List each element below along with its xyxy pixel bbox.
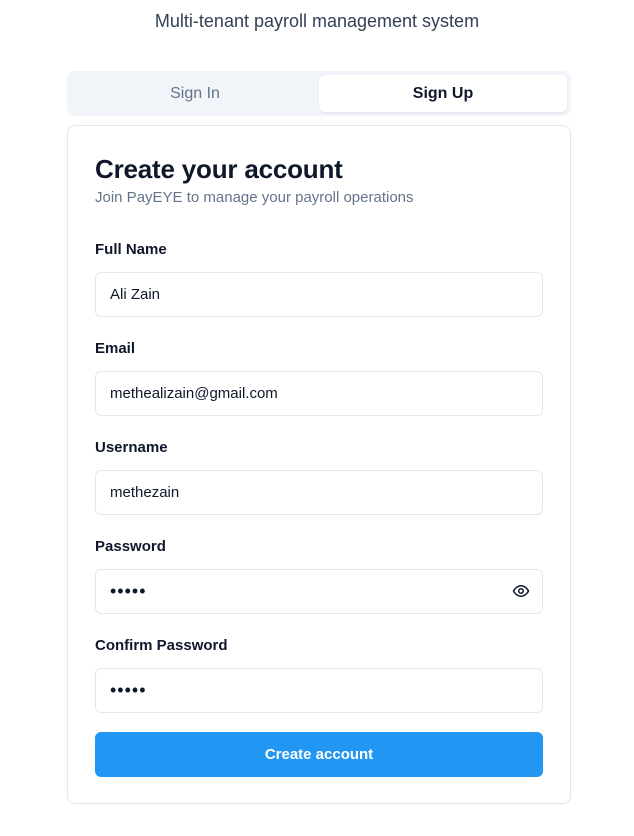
password-input[interactable]: [95, 569, 543, 614]
email-input[interactable]: [95, 371, 543, 416]
username-input[interactable]: [95, 470, 543, 515]
tab-sign-in[interactable]: Sign In: [71, 75, 319, 112]
password-label: Password: [95, 538, 166, 555]
card-subtitle: Join PayEYE to manage your payroll opera…: [95, 189, 414, 206]
app-tagline: Multi-tenant payroll management system: [154, 11, 480, 31]
confirm-password-label: Confirm Password: [95, 637, 228, 654]
tab-sign-up[interactable]: Sign Up: [319, 75, 567, 112]
full-name-label: Full Name: [95, 241, 167, 258]
auth-tabs: Sign In Sign Up: [67, 71, 571, 116]
create-account-button[interactable]: Create account: [95, 732, 543, 777]
sign-up-card: Create your account Join PayEYE to manag…: [67, 125, 571, 804]
email-label: Email: [95, 340, 136, 357]
eye-icon[interactable]: [510, 580, 532, 602]
username-label: Username: [95, 439, 168, 456]
full-name-input[interactable]: [95, 272, 543, 317]
card-title: Create your account: [95, 154, 343, 184]
confirm-password-input[interactable]: [95, 668, 543, 713]
